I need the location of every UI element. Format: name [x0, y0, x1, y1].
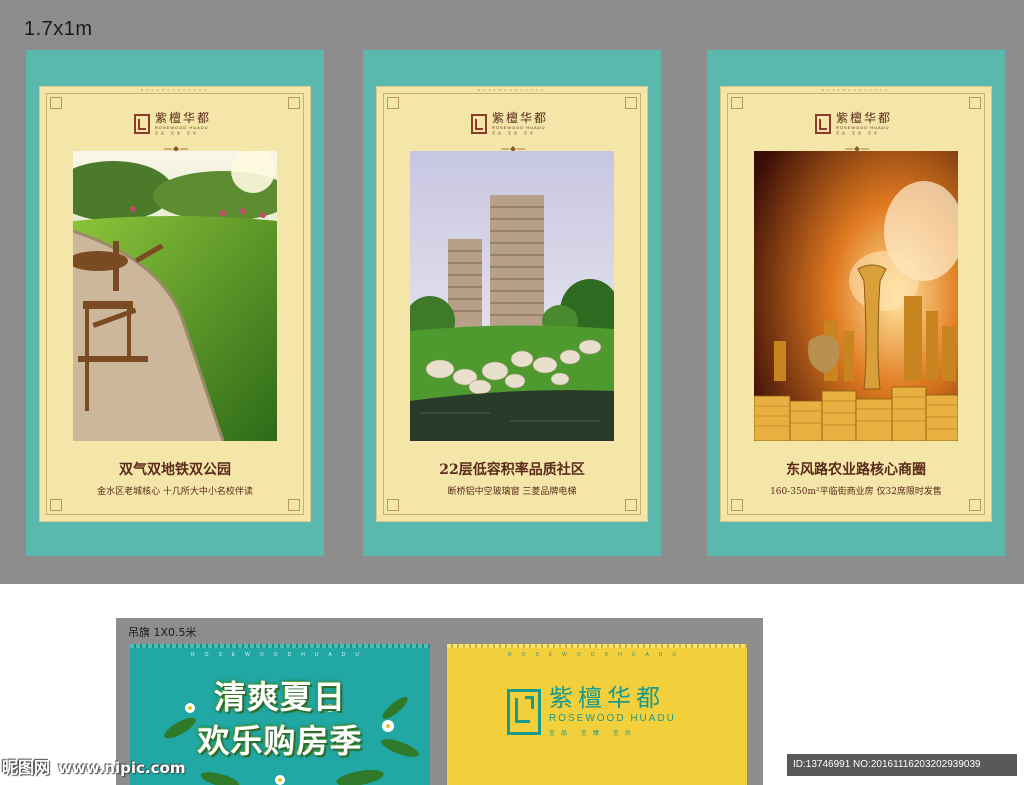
seal-logo-icon [471, 114, 487, 134]
poster-subline: 160-350m²平临街商业房 仅32席限时发售 [770, 487, 942, 497]
brand-logo: 紫檀华都 ROSEWOOD HUADU 至品 至臻 至尚 [471, 109, 548, 139]
brand-logo-large: 紫檀华都 ROSEWOOD HUADU 至品 至臻 至尚 [507, 684, 676, 739]
brand-letters: ROSEWOODHUADU [141, 88, 209, 92]
poster-headline: 东风路农业路核心商圈 [786, 462, 926, 478]
image-id-bar: ID:13746991 NO:20161116203202939039 [787, 754, 1017, 776]
brand-tagline: 至品 至臻 至尚 [492, 131, 536, 135]
brand-tagline: 至品 至臻 至尚 [836, 131, 880, 135]
brand-letters: ROSEWOODHUADU [822, 88, 890, 92]
brand-name-cn: 紫檀华都 [836, 111, 893, 125]
seal-logo-icon [815, 114, 831, 134]
hanging-flag-artboard: 吊旗 1X0.5米 ROSEWOODHUADU 清爽夏日 欢乐购房季 ROSEW… [116, 618, 763, 785]
poster-1: ROSEWOODHUADU 紫檀华都 ROSEWOOD HUADU 至品 至臻 … [26, 50, 324, 556]
brand-letters: ROSEWOODHUADU [478, 88, 546, 92]
poster-artboard: 1.7x1m ROSEWOODHUADU 紫檀华都 ROSEWOOD HUADU… [0, 0, 1024, 584]
watermark-site: 昵图网 [2, 758, 51, 777]
watermark-url[interactable]: www.nipic.com [58, 759, 185, 777]
brand-letters: ROSEWOODHUADU [507, 652, 687, 658]
poster-headline: 22层低容积率品质社区 [439, 462, 585, 478]
brand-name-cn: 紫檀华都 [155, 111, 212, 125]
poster-subline: 断桥铝中空玻璃窗 三菱品牌电梯 [447, 487, 577, 497]
brand-name-cn: 紫檀华都 [492, 111, 549, 125]
poster-3: ROSEWOODHUADU 紫檀华都 ROSEWOOD HUADU 至品 至臻 … [707, 50, 1005, 556]
brand-tagline: 至品 至臻 至尚 [549, 730, 637, 737]
brand-letters: ROSEWOODHUADU [190, 652, 370, 658]
flag-size-label: 吊旗 1X0.5米 [128, 626, 197, 639]
brand-name-cn: 紫檀华都 [549, 684, 665, 712]
poster-subline: 金水区老城核心 十几所大中小名校伴读 [97, 487, 253, 497]
brand-tagline: 至品 至臻 至尚 [155, 131, 199, 135]
size-label: 1.7x1m [24, 18, 93, 40]
high-rise-towers-photo [410, 151, 614, 441]
brand-logo: 紫檀华都 ROSEWOOD HUADU 至品 至臻 至尚 [134, 109, 211, 139]
brand-logo: 紫檀华都 ROSEWOOD HUADU 至品 至臻 至尚 [815, 109, 892, 139]
site-watermark: 昵图网 www.nipic.com [2, 754, 185, 778]
seal-logo-icon [507, 688, 541, 735]
poster-panel: ROSEWOODHUADU 紫檀华都 ROSEWOOD HUADU 至品 至臻 … [376, 86, 648, 522]
golden-city-coins-photo [754, 151, 958, 441]
garden-patio-photo [73, 151, 277, 441]
poster-panel: ROSEWOODHUADU 紫檀华都 ROSEWOOD HUADU 至品 至臻 … [720, 86, 992, 522]
brand-name-en: ROSEWOOD HUADU [549, 713, 676, 724]
poster-2: ROSEWOODHUADU 紫檀华都 ROSEWOOD HUADU 至品 至臻 … [363, 50, 661, 556]
poster-panel: ROSEWOODHUADU 紫檀华都 ROSEWOOD HUADU 至品 至臻 … [39, 86, 311, 522]
flag-brand: ROSEWOODHUADU 紫檀华都 ROSEWOOD HUADU 至品 至臻 … [447, 644, 747, 785]
seal-logo-icon [134, 114, 150, 134]
poster-headline: 双气双地铁双公园 [119, 462, 231, 478]
flag-headline-line1: 清爽夏日 [213, 678, 346, 716]
